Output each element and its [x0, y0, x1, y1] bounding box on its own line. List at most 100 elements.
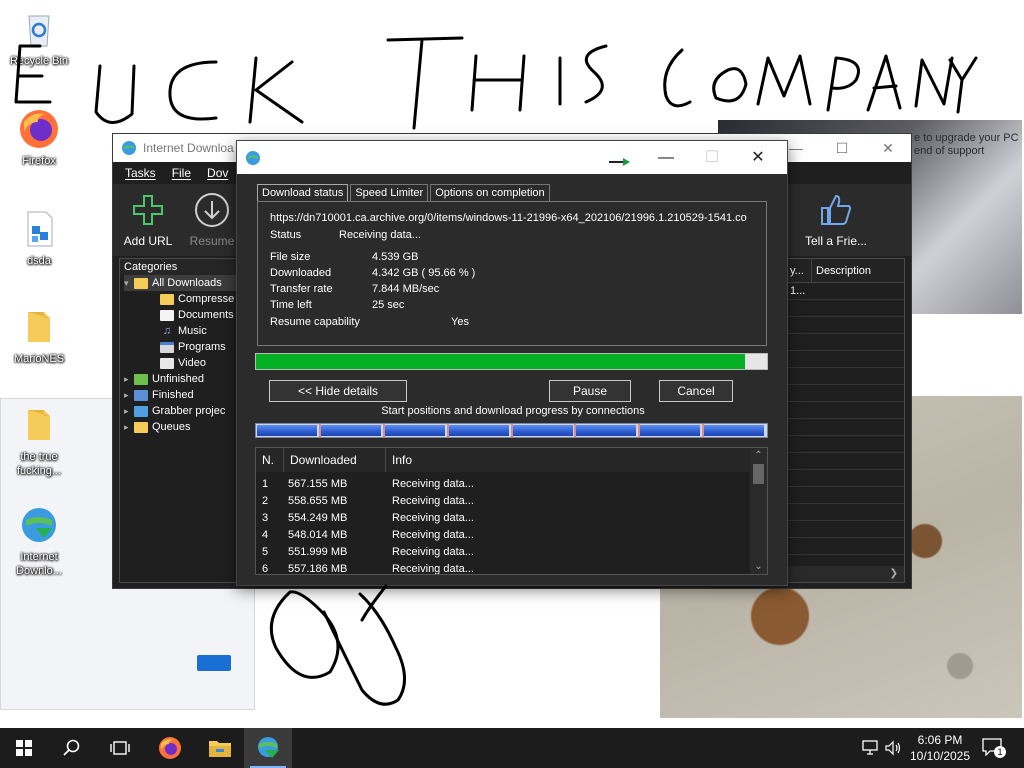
notification-center-button[interactable]: 1	[980, 736, 1008, 760]
table-row[interactable]: 4 548.014 MB Receiving data...	[256, 527, 750, 544]
desktop-icon-marionesf[interactable]: MarioNES	[2, 306, 76, 366]
connection-segment	[512, 425, 573, 436]
list-row	[786, 351, 904, 368]
menu-tasks[interactable]: Tasks	[125, 166, 156, 180]
downloaded-label: Downloaded	[270, 267, 332, 279]
table-row[interactable]: 5 551.999 MB Receiving data...	[256, 544, 750, 561]
category-programs[interactable]: Programs	[160, 339, 226, 355]
category-video[interactable]: Video	[160, 355, 206, 371]
column-header-description[interactable]: Description	[812, 259, 871, 282]
status-label: Status	[270, 229, 302, 241]
firefox-icon	[159, 737, 181, 759]
category-compressed[interactable]: Compresse	[160, 291, 234, 307]
menu-file[interactable]: File	[172, 166, 191, 180]
taskbar-file-explorer[interactable]	[196, 728, 244, 768]
category-music[interactable]: ♫ Music	[160, 323, 207, 339]
desktop-icon-folder-true[interactable]: the true fucking...	[2, 404, 76, 478]
list-row[interactable]: 1...	[786, 283, 904, 300]
column-header-partial[interactable]: y...	[786, 259, 812, 282]
category-documents[interactable]: Documents	[160, 307, 234, 323]
category-label: Compresse	[178, 293, 235, 305]
list-header: y... Description	[786, 259, 904, 283]
scroll-right-icon[interactable]: ❯	[890, 566, 898, 582]
column-header-info[interactable]: Info	[386, 448, 752, 472]
download-list[interactable]: y... Description 1... ❯	[785, 258, 905, 583]
category-unfinished[interactable]: ▸ Unfinished	[124, 371, 204, 387]
table-row[interactable]: 6 557.186 MB Receiving data...	[256, 561, 750, 575]
table-row[interactable]: 1 567.155 MB Receiving data...	[256, 476, 750, 493]
minimize-button[interactable]: —	[643, 141, 689, 174]
desktop-icon-recycle-bin[interactable]: Recycle Bin	[2, 8, 76, 68]
cancel-button[interactable]: Cancel	[659, 380, 733, 402]
desktop-icon-firefox[interactable]: Firefox	[2, 108, 76, 168]
volume-icon[interactable]	[884, 740, 902, 756]
category-label: Unfinished	[152, 373, 204, 385]
idm-app-icon	[246, 151, 260, 165]
downloaded-value: 4.342 GB ( 95.66 % )	[372, 267, 476, 279]
expand-icon: ▸	[124, 421, 129, 432]
desktop-icon-idm[interactable]: Internet Downlo...	[2, 504, 76, 578]
category-label: Music	[178, 325, 207, 337]
list-row	[786, 504, 904, 521]
tab-options-on-completion[interactable]: Options on completion	[430, 184, 550, 201]
download-progress-bar	[255, 353, 768, 370]
table-cell-n: 6	[262, 563, 269, 575]
category-label: Documents	[178, 309, 234, 321]
scroll-down-icon[interactable]: ⌄	[750, 561, 767, 572]
window-title: Internet Downloa	[143, 141, 234, 155]
list-row	[786, 453, 904, 470]
horizontal-scrollbar[interactable]: ❯	[786, 566, 904, 582]
hide-details-button[interactable]: << Hide details	[269, 380, 407, 402]
resume-label: Resume	[189, 234, 235, 248]
task-view-button[interactable]	[96, 728, 144, 768]
category-queues[interactable]: ▸ Queues	[124, 419, 191, 435]
scroll-up-icon[interactable]: ⌃	[750, 450, 767, 461]
add-url-button[interactable]: Add URL	[113, 190, 183, 248]
category-all-downloads[interactable]: ▾ All Downloads	[124, 275, 240, 291]
desktop[interactable]: e to upgrade your PC end of support Recy…	[0, 0, 1024, 728]
menu-downloads[interactable]: Dov	[207, 166, 228, 180]
search-button[interactable]	[48, 728, 96, 768]
taskbar-internet-download-manager[interactable]	[244, 728, 292, 768]
clock[interactable]: 6:06 PM 10/10/2025	[906, 732, 974, 764]
category-finished[interactable]: ▸ Finished	[124, 387, 194, 403]
close-button[interactable]: ✕	[735, 141, 781, 174]
vertical-scrollbar[interactable]: ⌃ ⌄	[750, 448, 767, 574]
minimize-to-tray-icon[interactable]	[609, 157, 631, 167]
column-header-number[interactable]: N.	[256, 448, 284, 472]
list-row	[786, 385, 904, 402]
category-label: Finished	[152, 389, 194, 401]
recycle-bin-icon	[28, 15, 50, 47]
table-cell-n: 5	[262, 546, 269, 558]
desktop-icon-label: Firefox	[22, 155, 56, 167]
table-row[interactable]: 2 558.655 MB Receiving data...	[256, 493, 750, 510]
connections-table[interactable]: N. Downloaded Info 1 567.155 MB Receiving …	[255, 447, 768, 575]
table-row[interactable]: 3 554.249 MB Receiving data...	[256, 510, 750, 527]
tell-a-friend-button[interactable]: Tell a Frie...	[801, 190, 871, 248]
dialog-title-bar[interactable]: — ☐ ✕	[237, 141, 787, 174]
desktop-icon-label: the true fucking...	[16, 451, 62, 477]
clock-time: 6:06 PM	[917, 733, 963, 747]
tab-speed-limiter[interactable]: Speed Limiter	[350, 184, 429, 201]
notification-count-badge: 1	[994, 746, 1006, 758]
start-button[interactable]	[0, 728, 48, 768]
column-header-downloaded[interactable]: Downloaded	[284, 448, 386, 472]
close-button[interactable]: ✕	[865, 134, 911, 162]
pause-button[interactable]: Pause	[549, 380, 631, 402]
table-cell-n: 4	[262, 529, 269, 541]
desktop-icon-dsda[interactable]: dsda	[2, 208, 76, 268]
taskbar-firefox[interactable]	[146, 728, 194, 768]
search-icon	[63, 739, 80, 756]
table-cell-n: 1	[262, 478, 269, 490]
maximize-button[interactable]: ☐	[819, 134, 865, 162]
scrollbar-thumb[interactable]	[753, 464, 764, 484]
download-progress-dialog[interactable]: — ☐ ✕ Download status Speed Limiter Opti…	[236, 140, 788, 586]
list-row	[786, 317, 904, 334]
network-icon[interactable]	[862, 740, 880, 756]
category-grabber-projects[interactable]: ▸ Grabber projec	[124, 403, 225, 419]
tab-download-status[interactable]: Download status	[257, 184, 349, 202]
table-cell-info: Receiving data...	[392, 563, 474, 575]
table-cell-info: Receiving data...	[392, 512, 474, 524]
idm-app-icon	[122, 141, 136, 155]
list-row	[786, 436, 904, 453]
